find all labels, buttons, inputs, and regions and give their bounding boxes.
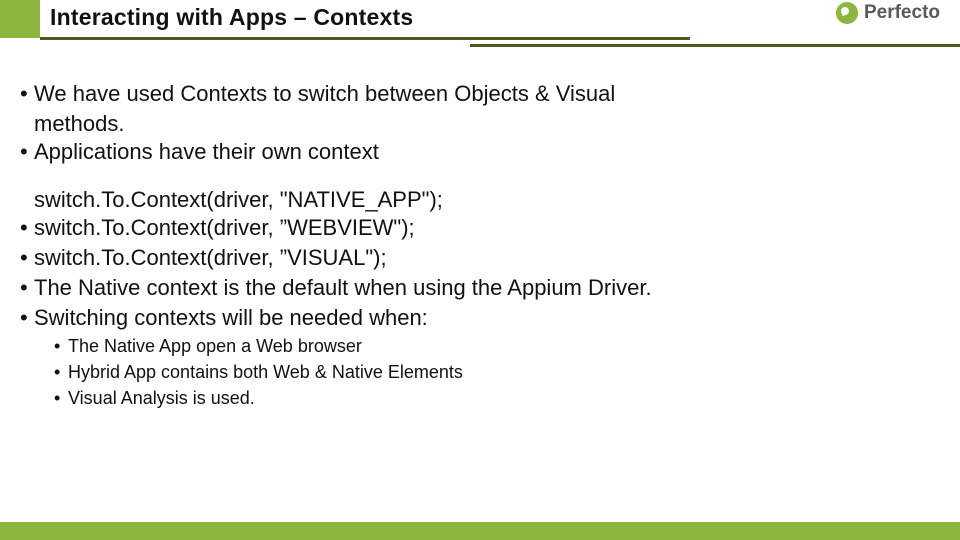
body-text: Applications have their own context bbox=[34, 138, 379, 166]
bullet-dot: • bbox=[20, 244, 34, 272]
bullet-dot: • bbox=[20, 214, 34, 242]
body-text-continuation: methods. bbox=[20, 110, 940, 138]
bullet-dot: • bbox=[20, 138, 34, 166]
sub-bullet-item: • Visual Analysis is used. bbox=[54, 386, 940, 410]
body-text: The Native App open a Web browser bbox=[68, 334, 362, 358]
body-text: Switching contexts will be needed when: bbox=[34, 304, 428, 332]
bullet-item: • switch.To.Context(driver, ”VISUAL"); bbox=[20, 244, 940, 272]
bullet-dot: • bbox=[20, 274, 34, 302]
brand-logo: Perfecto bbox=[836, 2, 940, 24]
bullet-dot: • bbox=[20, 80, 34, 108]
bullet-item: • switch.To.Context(driver, ”WEBVIEW"); bbox=[20, 214, 940, 242]
bullet-item: • Applications have their own context bbox=[20, 138, 940, 166]
bullet-dot: • bbox=[20, 304, 34, 332]
code-line: switch.To.Context(driver, "NATIVE_APP"); bbox=[20, 186, 940, 214]
footer-bar bbox=[0, 522, 960, 540]
body-text: Hybrid App contains both Web & Native El… bbox=[68, 360, 463, 384]
title-accent-block bbox=[0, 0, 40, 38]
bullet-item: • We have used Contexts to switch betwee… bbox=[20, 80, 940, 108]
sub-bullet-item: • The Native App open a Web browser bbox=[54, 334, 940, 358]
slide-header: Interacting with Apps – Contexts Perfect… bbox=[0, 0, 960, 48]
bullet-item: • Switching contexts will be needed when… bbox=[20, 304, 940, 332]
title-underline-right bbox=[470, 44, 960, 47]
bullet-dot: • bbox=[54, 386, 68, 410]
perfecto-logo-icon bbox=[836, 2, 858, 24]
title-underline-left bbox=[40, 37, 690, 40]
slide: Interacting with Apps – Contexts Perfect… bbox=[0, 0, 960, 540]
body-text: The Native context is the default when u… bbox=[34, 274, 652, 302]
sub-bullet-item: • Hybrid App contains both Web & Native … bbox=[54, 360, 940, 384]
slide-title: Interacting with Apps – Contexts bbox=[50, 4, 413, 31]
body-text: We have used Contexts to switch between … bbox=[34, 80, 615, 108]
bullet-dot: • bbox=[54, 334, 68, 358]
code-line: switch.To.Context(driver, ”VISUAL"); bbox=[34, 244, 387, 272]
bullet-item: • The Native context is the default when… bbox=[20, 274, 940, 302]
slide-body: • We have used Contexts to switch betwee… bbox=[20, 80, 940, 412]
sub-bullet-group: • The Native App open a Web browser • Hy… bbox=[54, 334, 940, 410]
brand-name: Perfecto bbox=[864, 2, 940, 24]
code-line: switch.To.Context(driver, ”WEBVIEW"); bbox=[34, 214, 415, 242]
body-text: Visual Analysis is used. bbox=[68, 386, 255, 410]
bullet-dot: • bbox=[54, 360, 68, 384]
